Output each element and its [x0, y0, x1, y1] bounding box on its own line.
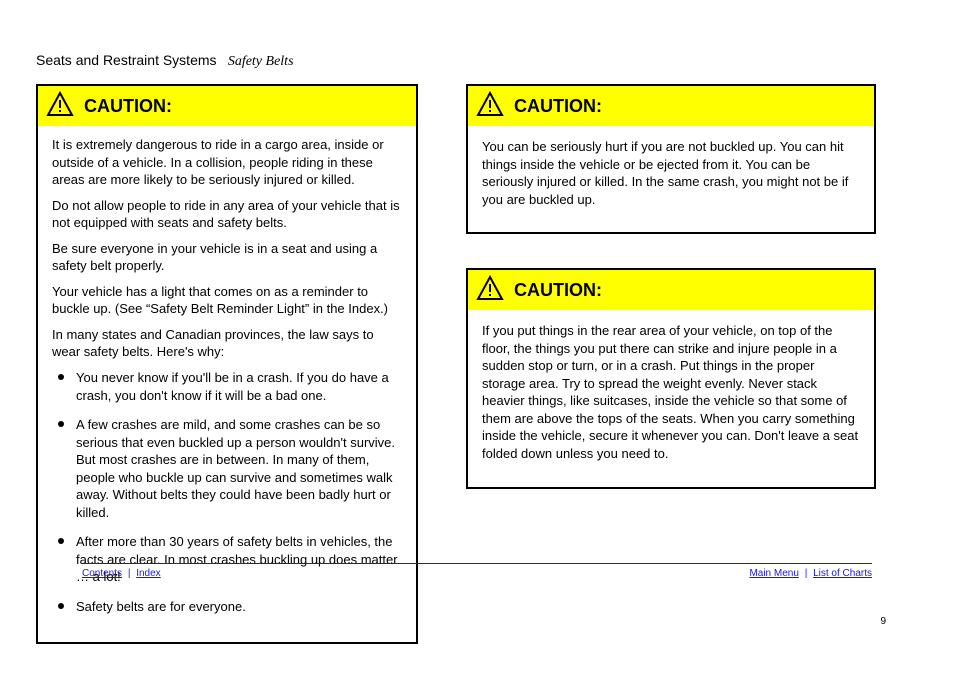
- caution-header: CAUTION:: [38, 86, 416, 126]
- caution-header: CAUTION:: [468, 86, 874, 126]
- page-number: 9: [880, 616, 886, 627]
- caution-body-belt: You can be seriously hurt if you are not…: [468, 126, 874, 232]
- footer-left: Contents | Index: [82, 568, 161, 579]
- caution-paragraph: You can be seriously hurt if you are not…: [482, 138, 860, 208]
- caution-body-cargo: If you put things in the rear area of yo…: [468, 310, 874, 486]
- footer-link-main-menu[interactable]: Main Menu: [749, 568, 798, 579]
- page-header: Seats and Restraint Systems Safety Belts: [36, 52, 294, 70]
- caution-label: CAUTION:: [514, 280, 602, 301]
- caution-box-cargo: CAUTION: If you put things in the rear a…: [466, 268, 876, 488]
- caution-header: CAUTION:: [468, 270, 874, 310]
- caution-label: CAUTION:: [84, 96, 172, 117]
- warning-triangle-icon: [476, 275, 504, 306]
- footer-link-charts[interactable]: List of Charts: [813, 568, 872, 579]
- caution-paragraph: In many states and Canadian provinces, t…: [52, 326, 402, 361]
- warning-triangle-icon: [46, 91, 74, 122]
- caution-bullet: Safety belts are for everyone.: [52, 598, 402, 616]
- footer-link-index[interactable]: Index: [136, 568, 160, 579]
- caution-bullet: You never know if you'll be in a crash. …: [52, 369, 402, 404]
- caution-bullet: A few crashes are mild, and some crashes…: [52, 416, 402, 521]
- caution-paragraph: Do not allow people to ride in any area …: [52, 197, 402, 232]
- footer-link-contents[interactable]: Contents: [82, 568, 122, 579]
- left-column: CAUTION: It is extremely dangerous to ri…: [36, 84, 418, 678]
- footer-links-row: Contents | Index Main Menu | List of Cha…: [82, 568, 872, 579]
- caution-paragraph: Be sure everyone in your vehicle is in a…: [52, 240, 402, 275]
- page-footer: Contents | Index Main Menu | List of Cha…: [82, 563, 872, 579]
- caution-label: CAUTION:: [514, 96, 602, 117]
- right-column: CAUTION: You can be seriously hurt if yo…: [466, 84, 876, 523]
- caution-box-belt: CAUTION: You can be seriously hurt if yo…: [466, 84, 876, 234]
- footer-right: Main Menu | List of Charts: [749, 568, 872, 579]
- caution-paragraph: Your vehicle has a light that comes on a…: [52, 283, 402, 318]
- caution-paragraph: It is extremely dangerous to ride in a c…: [52, 136, 402, 189]
- subsection-name: Safety Belts: [228, 54, 294, 69]
- caution-box-main: CAUTION: It is extremely dangerous to ri…: [36, 84, 418, 644]
- section-name: Seats and Restraint Systems: [36, 52, 217, 68]
- warning-triangle-icon: [476, 91, 504, 122]
- footer-divider: [82, 563, 872, 564]
- caution-paragraph: If you put things in the rear area of yo…: [482, 322, 860, 462]
